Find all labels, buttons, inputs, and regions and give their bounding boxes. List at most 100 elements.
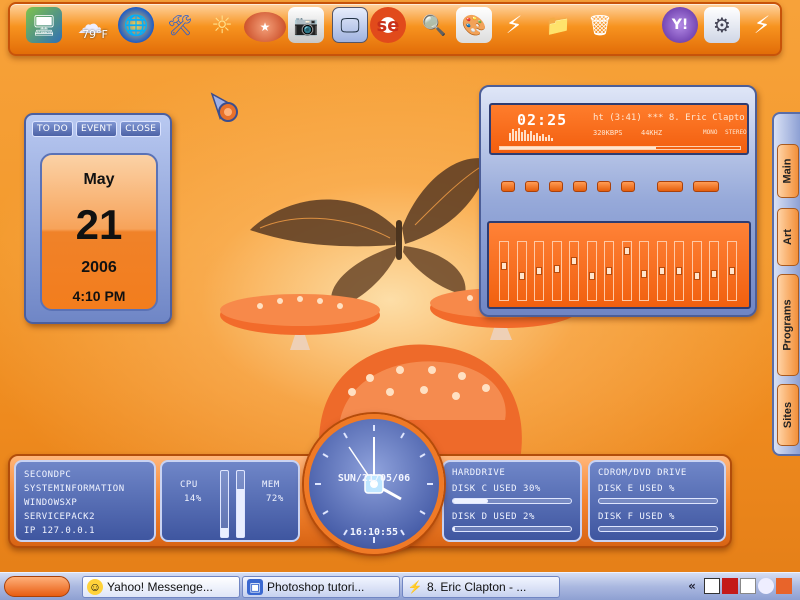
sun-icon[interactable]: ☼ <box>204 7 240 43</box>
hard-drive-title: HARDDRIVE <box>452 468 506 478</box>
eq-slider-knob[interactable] <box>693 272 700 280</box>
lightning-icon: ⚡ <box>407 580 423 594</box>
eq-slider[interactable] <box>691 241 702 301</box>
eq-slider-knob[interactable] <box>676 267 682 275</box>
cpu-value: 14% <box>184 494 202 504</box>
previous-button[interactable] <box>501 181 515 192</box>
system-info-title: SYSTEMINFORMATION <box>24 484 125 494</box>
disk-d-label: DISK D USED 2% <box>452 512 535 522</box>
player-bitrate: 320KBPS <box>593 129 623 137</box>
cdrom-title: CDROM/DVD DRIVE <box>598 468 687 478</box>
yahoo-messenger-icon[interactable]: Y! <box>662 7 698 43</box>
calendar-time: 4:10 PM <box>72 288 126 304</box>
cpu-meter-fill <box>221 527 228 537</box>
eq-slider-knob[interactable] <box>588 272 595 280</box>
repeat-button[interactable] <box>693 181 719 192</box>
calendar-face: May 21 2006 4:10 PM <box>40 153 158 311</box>
recycle-bin-icon[interactable]: 🗑 <box>582 7 618 43</box>
taskbar-item-media-player[interactable]: ⚡ 8. Eric Clapton - ... <box>402 576 560 598</box>
tray-expand-icon[interactable]: « <box>684 578 700 594</box>
eq-slider[interactable] <box>499 241 509 301</box>
eq-slider-knob[interactable] <box>658 267 665 275</box>
lightning-icon[interactable]: ⚡ <box>496 7 532 43</box>
equalizer-panel <box>487 221 751 309</box>
eq-slider[interactable] <box>656 241 667 301</box>
photoshop-icon: ▣ <box>247 579 263 595</box>
eq-slider-knob[interactable] <box>728 267 735 275</box>
calendar-tab-close[interactable]: CLOSE <box>120 121 162 137</box>
pad-tray-icon[interactable] <box>776 578 792 594</box>
eq-slider-knob[interactable] <box>623 247 630 255</box>
hard-drive-panel: HARDDRIVE DISK C USED 30% DISK D USED 2% <box>442 460 582 542</box>
butterfly-graphic <box>250 158 490 310</box>
eq-slider[interactable] <box>639 241 649 301</box>
eq-slider-knob[interactable] <box>518 272 525 280</box>
player-samplerate: 44KHZ <box>641 129 663 137</box>
cpu-label: CPU <box>180 480 198 490</box>
browser-icon[interactable]: 🌐 <box>118 7 154 43</box>
eq-slider-knob[interactable] <box>571 257 577 265</box>
stop-button[interactable] <box>573 181 587 192</box>
mem-label: MEM <box>262 480 280 490</box>
volume-icon[interactable] <box>740 578 756 594</box>
eq-slider[interactable] <box>534 241 544 301</box>
disk-c-bar <box>452 498 572 504</box>
eq-slider[interactable] <box>586 241 597 301</box>
spectrum-visualizer <box>509 128 553 141</box>
camera-icon[interactable]: 📷 <box>288 7 324 43</box>
tab-art[interactable]: Art <box>777 208 799 266</box>
weather-temperature: 79°F <box>82 28 108 41</box>
eq-slider-knob[interactable] <box>536 267 542 275</box>
eject-button[interactable] <box>621 181 635 192</box>
monitor-settings-icon[interactable]: 🖵 <box>332 7 368 43</box>
taskbar-item-label: 8. Eric Clapton - ... <box>427 580 527 594</box>
eq-slider[interactable] <box>551 241 562 301</box>
player-seek-bar[interactable] <box>499 146 741 150</box>
eq-slider[interactable] <box>674 241 684 301</box>
tab-main[interactable]: Main <box>777 144 799 198</box>
calendar-year: 2006 <box>81 259 117 276</box>
tab-programs[interactable]: Programs <box>777 274 799 376</box>
search-icon[interactable]: 🔍 <box>416 7 452 43</box>
ip-address: IP 127.0.0.1 <box>24 526 96 536</box>
computer-icon[interactable]: 🖥 <box>26 7 62 43</box>
calendar-tab-event[interactable]: EVENT <box>75 121 118 137</box>
taskbar-item-photoshop[interactable]: ▣ Photoshop tutori... <box>242 576 400 598</box>
eq-slider[interactable] <box>569 241 579 301</box>
eq-slider-knob[interactable] <box>711 269 717 278</box>
eq-slider-knob[interactable] <box>501 262 507 270</box>
eq-slider[interactable] <box>621 241 632 301</box>
eq-slider-knob[interactable] <box>606 267 612 275</box>
folder-icon[interactable]: 📁 <box>540 7 576 43</box>
next-button[interactable] <box>597 181 611 192</box>
shuffle-button[interactable] <box>657 181 683 192</box>
tools-icon[interactable]: 🛠 <box>162 7 198 43</box>
stardock-icon[interactable]: ★ <box>244 12 286 42</box>
computer-name: SECONDPC <box>24 470 72 480</box>
control-panel-icon[interactable]: ⚙ <box>704 7 740 43</box>
eq-slider-knob[interactable] <box>553 264 560 273</box>
eq-slider[interactable] <box>709 241 719 301</box>
tab-sites[interactable]: Sites <box>777 384 799 446</box>
eq-slider-knob[interactable] <box>641 269 647 278</box>
taskbar-item-yahoo-messenger[interactable]: ☺ Yahoo! Messenge... <box>82 576 240 598</box>
paint-icon[interactable]: 🎨 <box>456 7 492 43</box>
cursor-tray-icon[interactable] <box>758 578 774 594</box>
lightning-2-icon[interactable]: ⚡ <box>744 7 780 43</box>
disk-e-bar <box>598 498 718 504</box>
calendar-day: 21 <box>75 201 123 248</box>
eq-slider[interactable] <box>726 241 737 301</box>
player-track-title: ht (3:41) *** 8. Eric Clapton - Wo <box>593 113 745 123</box>
play-button[interactable] <box>525 181 539 192</box>
start-button[interactable] <box>4 576 70 597</box>
network-icon[interactable] <box>704 578 720 594</box>
eq-slider[interactable] <box>516 241 527 301</box>
disk-d-fill <box>453 527 456 531</box>
cdrom-panel: CDROM/DVD DRIVE DISK E USED % DISK F USE… <box>588 460 726 542</box>
se-icon[interactable]: se <box>370 7 406 43</box>
security-icon[interactable] <box>722 578 738 594</box>
player-display: 02:25 ht (3:41) *** 8. Eric Clapton - Wo… <box>489 103 749 155</box>
calendar-tab-todo[interactable]: TO DO <box>32 121 73 137</box>
pause-button[interactable] <box>549 181 563 192</box>
eq-slider[interactable] <box>604 241 614 301</box>
